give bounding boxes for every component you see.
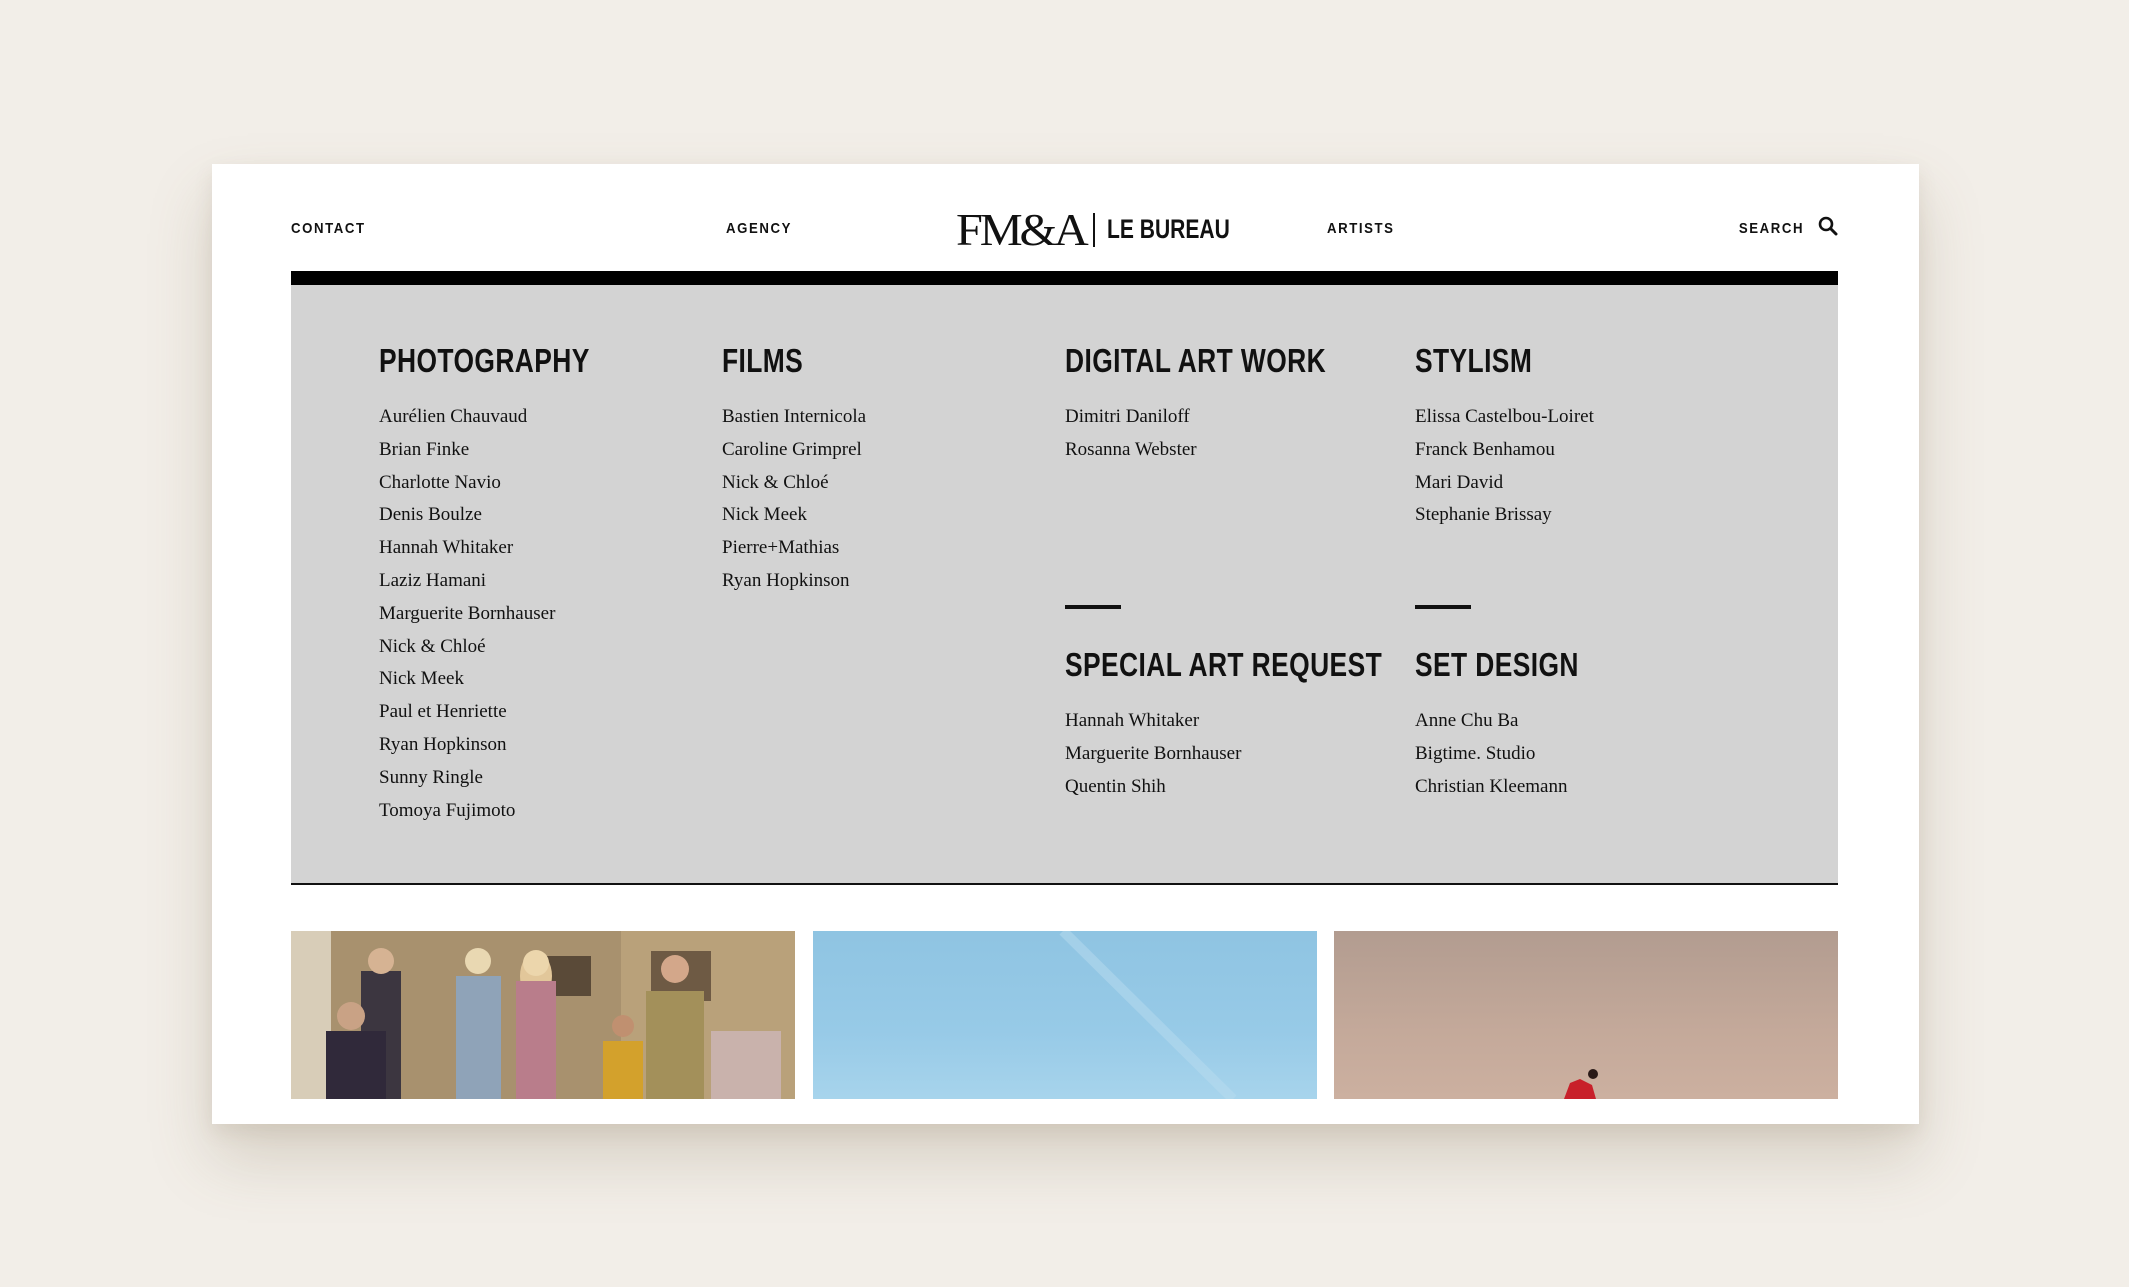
artist-link[interactable]: Hannah Whitaker (379, 532, 642, 565)
special-art-request-column: SPECIAL ART REQUEST Hannah Whitaker Marg… (1065, 605, 1461, 803)
search-label: SEARCH (1738, 219, 1804, 237)
search-button[interactable]: SEARCH (1730, 216, 1838, 240)
artist-link[interactable]: Pierre+Mathias (722, 532, 866, 565)
artist-link[interactable]: Ryan Hopkinson (379, 729, 642, 762)
set-design-list: Anne Chu Ba Bigtime. Studio Christian Kl… (1415, 705, 1620, 803)
artist-link[interactable]: Nick Meek (379, 663, 642, 696)
artist-link[interactable]: Stephanie Brissay (1415, 499, 1594, 532)
artist-link[interactable]: Laziz Hamani (379, 565, 642, 598)
artist-link[interactable]: Ryan Hopkinson (722, 565, 866, 598)
nav-contact-link[interactable]: CONTACT (291, 220, 366, 237)
stylism-heading[interactable]: STYLISM (1415, 341, 1558, 381)
logo-mark: FM&A (956, 204, 1089, 255)
artist-link[interactable]: Mari David (1415, 467, 1594, 500)
artist-link[interactable]: Caroline Grimprel (722, 434, 866, 467)
project-thumbnail-sky[interactable] (813, 931, 1317, 1099)
artist-link[interactable]: Bastien Internicola (722, 401, 866, 434)
artist-link[interactable]: Marguerite Bornhauser (1065, 738, 1461, 771)
nav-artists-link[interactable]: ARTISTS (1327, 220, 1395, 237)
artist-link[interactable]: Brian Finke (379, 434, 642, 467)
artist-link[interactable]: Anne Chu Ba (1415, 705, 1620, 738)
artist-link[interactable]: Quentin Shih (1065, 771, 1461, 804)
set-design-column: SET DESIGN Anne Chu Ba Bigtime. Studio C… (1415, 605, 1620, 803)
project-thumbnail-desert[interactable] (1334, 931, 1838, 1099)
section-divider (1065, 605, 1121, 609)
artist-link[interactable]: Tomoya Fujimoto (379, 795, 642, 828)
artist-link[interactable]: Nick & Chloé (722, 467, 866, 500)
artist-link[interactable]: Sunny Ringle (379, 762, 642, 795)
set-design-heading[interactable]: SET DESIGN (1415, 645, 1579, 685)
logo[interactable]: FM&A LE BUREAU (956, 203, 1265, 256)
artist-link[interactable]: Dimitri Daniloff (1065, 401, 1391, 434)
section-divider (1415, 605, 1471, 609)
digital-art-work-column: DIGITAL ART WORK Dimitri Daniloff Rosann… (1065, 341, 1391, 467)
menu-top-bar (291, 271, 1838, 285)
artist-link[interactable]: Nick & Chloé (379, 631, 642, 664)
films-column: FILMS Bastien Internicola Caroline Grimp… (722, 341, 866, 598)
artist-link[interactable]: Franck Benhamou (1415, 434, 1594, 467)
films-heading[interactable]: FILMS (722, 341, 837, 381)
nav-agency-link[interactable]: AGENCY (726, 220, 792, 237)
films-list: Bastien Internicola Caroline Grimprel Ni… (722, 401, 866, 598)
artist-link[interactable]: Christian Kleemann (1415, 771, 1620, 804)
photography-column: PHOTOGRAPHY Aurélien Chauvaud Brian Fink… (379, 341, 642, 827)
artist-link[interactable]: Hannah Whitaker (1065, 705, 1461, 738)
search-icon (1818, 216, 1838, 240)
artist-link[interactable]: Marguerite Bornhauser (379, 598, 642, 631)
digital-art-work-list: Dimitri Daniloff Rosanna Webster (1065, 401, 1391, 467)
artist-link[interactable]: Charlotte Navio (379, 467, 642, 500)
special-art-request-list: Hannah Whitaker Marguerite Bornhauser Qu… (1065, 705, 1461, 803)
stylism-list: Elissa Castelbou-Loiret Franck Benhamou … (1415, 401, 1594, 532)
photography-heading[interactable]: PHOTOGRAPHY (379, 341, 590, 381)
artist-link[interactable]: Aurélien Chauvaud (379, 401, 642, 434)
artist-link[interactable]: Bigtime. Studio (1415, 738, 1620, 771)
logo-subtitle: LE BUREAU (1107, 214, 1231, 244)
project-thumbnail-fashion-group[interactable] (291, 931, 795, 1099)
artist-link[interactable]: Nick Meek (722, 499, 866, 532)
artists-mega-menu: PHOTOGRAPHY Aurélien Chauvaud Brian Fink… (291, 285, 1838, 885)
artist-link[interactable]: Paul et Henriette (379, 696, 642, 729)
photography-list: Aurélien Chauvaud Brian Finke Charlotte … (379, 401, 642, 827)
artist-link[interactable]: Elissa Castelbou-Loiret (1415, 401, 1594, 434)
stylism-column: STYLISM Elissa Castelbou-Loiret Franck B… (1415, 341, 1594, 532)
browser-card: CONTACT AGENCY FM&A LE BUREAU ARTISTS SE… (212, 164, 1919, 1124)
digital-art-work-heading[interactable]: DIGITAL ART WORK (1065, 341, 1326, 381)
artist-link[interactable]: Rosanna Webster (1065, 434, 1391, 467)
special-art-request-heading[interactable]: SPECIAL ART REQUEST (1065, 645, 1382, 685)
artist-link[interactable]: Denis Boulze (379, 499, 642, 532)
logo-separator (1093, 212, 1096, 247)
top-navigation: CONTACT AGENCY FM&A LE BUREAU ARTISTS SE… (291, 164, 1838, 271)
